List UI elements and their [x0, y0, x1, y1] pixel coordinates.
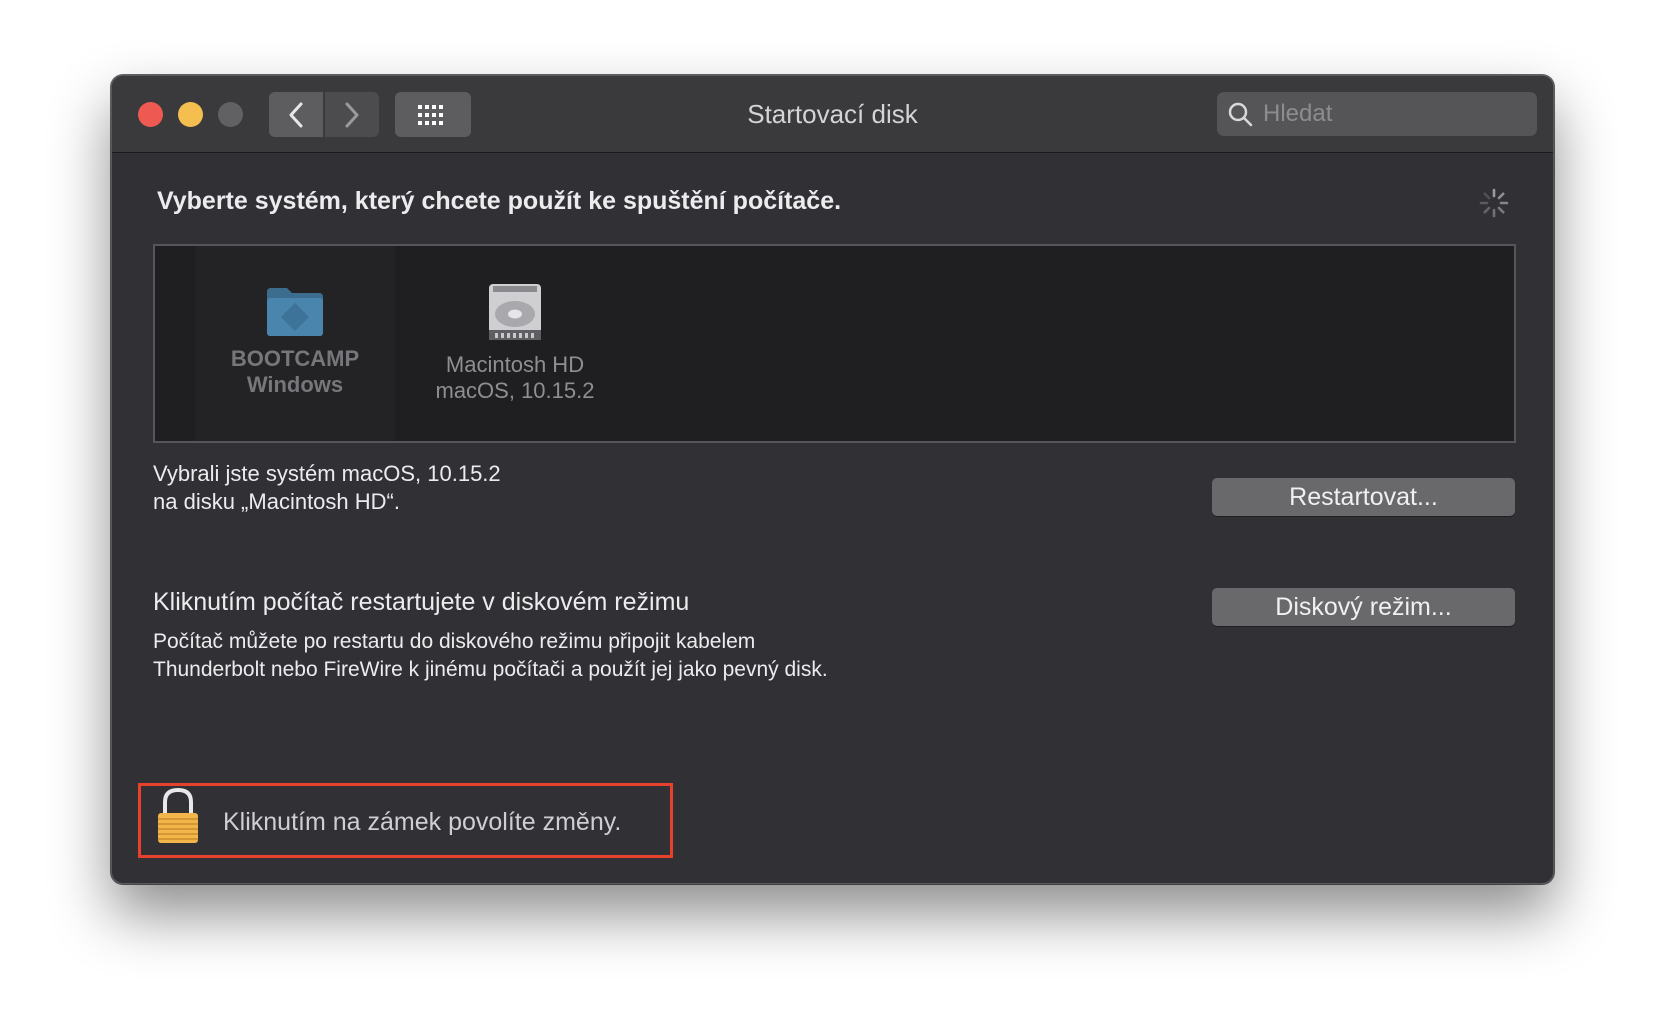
zoom-button[interactable]	[218, 102, 243, 127]
lock-highlight: Kliknutím na zámek povolíte změny.	[138, 783, 673, 858]
disk-name: Macintosh HD	[445, 352, 585, 377]
target-disk-mode-title: Kliknutím počítač restartujete v diskové…	[153, 588, 690, 616]
selected-disk-line: na disku „Macintosh HD“.	[153, 489, 400, 514]
close-button[interactable]	[138, 102, 163, 127]
disk-subtitle: Windows	[246, 372, 344, 397]
forward-button[interactable]	[325, 92, 379, 137]
selected-system-info: Vybrali jste systém macOS, 10.15.2 na di…	[153, 460, 501, 516]
lock-icon[interactable]	[153, 787, 203, 847]
titlebar: Startovací disk	[112, 76, 1553, 153]
description-line: Thunderbolt nebo FireWire k jinému počít…	[153, 658, 828, 681]
page-heading: Vyberte systém, který chcete použít ke s…	[157, 187, 842, 215]
minimize-button[interactable]	[178, 102, 203, 127]
search-input[interactable]	[1263, 100, 1523, 128]
startup-disk-list: BOOTCAMP Windows Macintosh HD macOS, 10.…	[153, 244, 1516, 443]
grid-icon	[418, 104, 443, 125]
chevron-right-icon	[345, 102, 359, 127]
disk-item-bootcamp[interactable]: BOOTCAMP Windows	[195, 246, 395, 441]
disk-item-macintosh-hd[interactable]: Macintosh HD macOS, 10.15.2	[400, 246, 630, 441]
description-line: Počítač můžete po restartu do diskového …	[153, 630, 756, 653]
restart-button[interactable]: Restartovat...	[1212, 478, 1515, 516]
hard-drive-icon	[489, 284, 541, 340]
bootcamp-folder-icon	[267, 288, 323, 336]
search-icon	[1217, 101, 1263, 127]
show-all-button[interactable]	[395, 92, 471, 137]
chevron-left-icon	[289, 102, 303, 127]
target-disk-mode-description: Počítač můžete po restartu do diskového …	[153, 628, 828, 684]
lock-message[interactable]: Kliknutím na zámek povolíte změny.	[223, 808, 621, 837]
selected-system-line: Vybrali jste systém macOS, 10.15.2	[153, 461, 501, 486]
search-field[interactable]	[1217, 92, 1537, 136]
target-disk-mode-button[interactable]: Diskový režim...	[1212, 588, 1515, 626]
progress-spinner-icon	[1479, 188, 1509, 218]
disk-name: BOOTCAMP	[230, 346, 360, 371]
disk-subtitle: macOS, 10.15.2	[435, 378, 595, 403]
preferences-window: Startovací disk Vyberte systém, který ch…	[111, 75, 1554, 884]
back-button[interactable]	[269, 92, 323, 137]
